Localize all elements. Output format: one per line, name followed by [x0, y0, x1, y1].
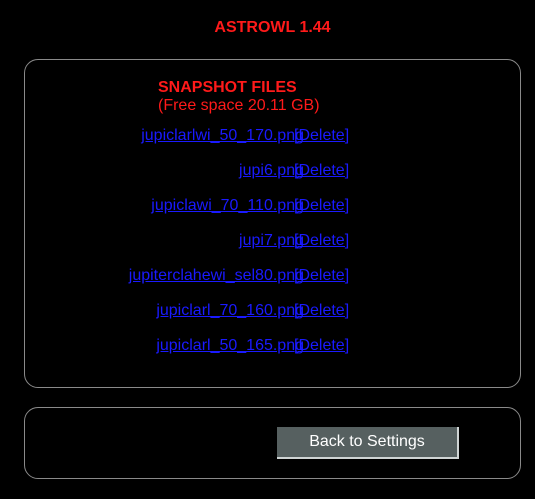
file-link[interactable]: jupiclarl_70_160.png — [156, 301, 304, 321]
file-row: jupiclarl_70_160.png [Delete] — [24, 301, 521, 336]
delete-link[interactable]: [Delete] — [294, 161, 349, 181]
app-window: ASTROWL 1.44 SNAPSHOT FILES (Free space … — [0, 0, 535, 499]
file-row: jupiclarl_50_165.png [Delete] — [24, 336, 521, 371]
delete-link[interactable]: [Delete] — [294, 301, 349, 321]
free-space-label: (Free space 20.11 GB) — [158, 97, 320, 114]
file-link[interactable]: jupiclarlwi_50_170.png — [141, 126, 304, 146]
file-link[interactable]: jupiterclahewi_sel80.png — [129, 266, 304, 286]
snapshot-files-heading: SNAPSHOT FILES — [158, 79, 297, 96]
file-row: jupi6.png [Delete] — [24, 161, 521, 196]
file-link[interactable]: jupiclarl_50_165.png — [156, 336, 304, 356]
file-link[interactable]: jupiclawi_70_110.png — [151, 196, 304, 216]
file-row: jupi7.png [Delete] — [24, 231, 521, 266]
file-row: jupiterclahewi_sel80.png [Delete] — [24, 266, 521, 301]
file-row: jupiclarlwi_50_170.png [Delete] — [24, 126, 521, 161]
delete-link[interactable]: [Delete] — [294, 126, 349, 146]
delete-link[interactable]: [Delete] — [294, 266, 349, 286]
file-row: jupiclawi_70_110.png [Delete] — [24, 196, 521, 231]
delete-link[interactable]: [Delete] — [294, 231, 349, 251]
delete-link[interactable]: [Delete] — [294, 196, 349, 216]
delete-link[interactable]: [Delete] — [294, 336, 349, 356]
snapshot-file-list: jupiclarlwi_50_170.png [Delete] jupi6.pn… — [24, 126, 521, 371]
back-to-settings-button[interactable]: Back to Settings — [277, 427, 459, 459]
app-title: ASTROWL 1.44 — [214, 19, 331, 36]
